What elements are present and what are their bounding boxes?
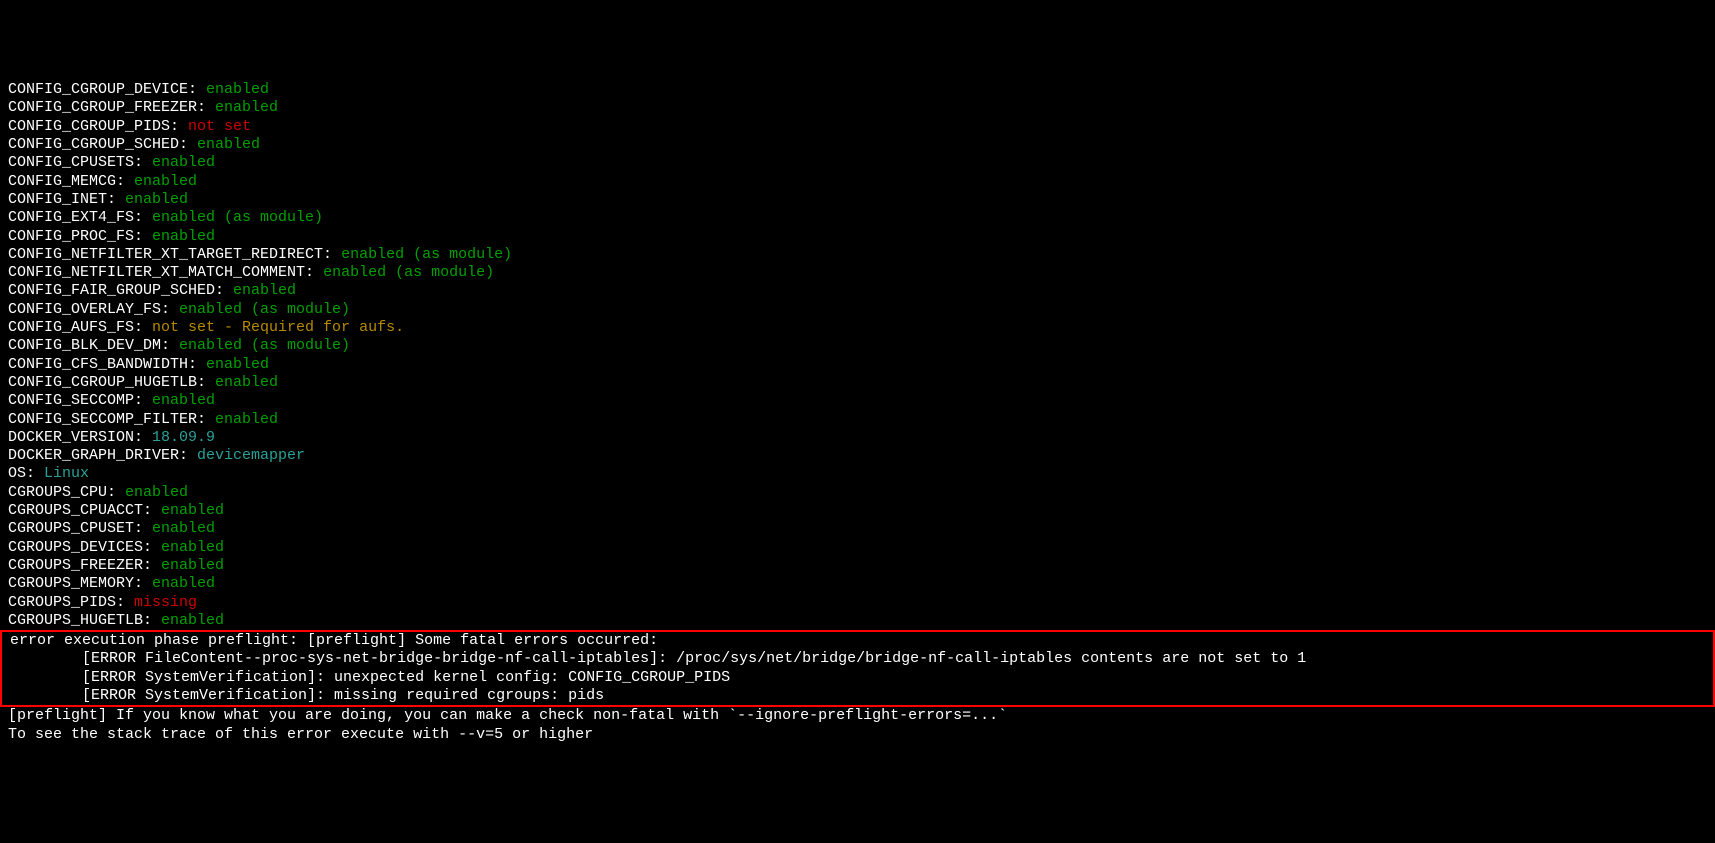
config-key: DOCKER_GRAPH_DRIVER:	[8, 447, 197, 464]
config-key: CONFIG_BLK_DEV_DM:	[8, 337, 179, 354]
config-value: enabled	[215, 99, 278, 116]
config-value: missing	[134, 594, 197, 611]
config-key: CONFIG_CGROUP_PIDS:	[8, 118, 188, 135]
config-line: CONFIG_CGROUP_SCHED: enabled	[8, 136, 1707, 154]
config-key: CONFIG_OVERLAY_FS:	[8, 301, 179, 318]
config-key: CGROUPS_MEMORY:	[8, 575, 152, 592]
error-line: [ERROR SystemVerification]: missing requ…	[10, 687, 1705, 705]
config-line: CONFIG_CGROUP_PIDS: not set	[8, 118, 1707, 136]
config-value: enabled	[152, 520, 215, 537]
config-line: CONFIG_EXT4_FS: enabled (as module)	[8, 209, 1707, 227]
config-value: enabled	[152, 228, 215, 245]
config-value: not set - Required for aufs.	[152, 319, 404, 336]
config-line: CONFIG_PROC_FS: enabled	[8, 228, 1707, 246]
config-key: DOCKER_VERSION:	[8, 429, 152, 446]
config-key: CGROUPS_FREEZER:	[8, 557, 161, 574]
config-value: not set	[188, 118, 251, 135]
config-line: CGROUPS_CPUSET: enabled	[8, 520, 1707, 538]
config-line: CONFIG_CFS_BANDWIDTH: enabled	[8, 356, 1707, 374]
config-line: CONFIG_SECCOMP_FILTER: enabled	[8, 411, 1707, 429]
config-value: enabled	[215, 374, 278, 391]
config-key: CONFIG_CFS_BANDWIDTH:	[8, 356, 206, 373]
config-key: CONFIG_CGROUP_SCHED:	[8, 136, 197, 153]
config-line: CGROUPS_PIDS: missing	[8, 594, 1707, 612]
config-line: OS: Linux	[8, 465, 1707, 483]
config-line: CGROUPS_CPU: enabled	[8, 484, 1707, 502]
config-line: CONFIG_CGROUP_HUGETLB: enabled	[8, 374, 1707, 392]
config-value: devicemapper	[197, 447, 305, 464]
terminal-output: CONFIG_CGROUP_DEVICE: enabledCONFIG_CGRO…	[8, 81, 1707, 744]
config-value: enabled (as module)	[323, 264, 494, 281]
config-key: CGROUPS_DEVICES:	[8, 539, 161, 556]
config-value: enabled	[206, 81, 269, 98]
config-line: CONFIG_CPUSETS: enabled	[8, 154, 1707, 172]
config-value: enabled	[215, 411, 278, 428]
error-box: error execution phase preflight: [prefli…	[0, 630, 1715, 707]
config-key: CONFIG_FAIR_GROUP_SCHED:	[8, 282, 233, 299]
error-line: [ERROR SystemVerification]: unexpected k…	[10, 669, 1705, 687]
config-value: enabled	[152, 392, 215, 409]
config-line: CONFIG_MEMCG: enabled	[8, 173, 1707, 191]
config-value: enabled	[152, 154, 215, 171]
config-line: CGROUPS_CPUACCT: enabled	[8, 502, 1707, 520]
config-value: enabled	[161, 557, 224, 574]
config-value: enabled (as module)	[179, 301, 350, 318]
config-value: enabled	[161, 502, 224, 519]
config-key: CONFIG_PROC_FS:	[8, 228, 152, 245]
config-key: CONFIG_AUFS_FS:	[8, 319, 152, 336]
config-key: CGROUPS_CPUACCT:	[8, 502, 161, 519]
config-line: CONFIG_CGROUP_FREEZER: enabled	[8, 99, 1707, 117]
config-line: CONFIG_INET: enabled	[8, 191, 1707, 209]
config-value: Linux	[44, 465, 89, 482]
config-value: enabled	[161, 539, 224, 556]
config-key: OS:	[8, 465, 44, 482]
config-value: enabled	[233, 282, 296, 299]
config-line: CGROUPS_FREEZER: enabled	[8, 557, 1707, 575]
config-key: CGROUPS_HUGETLB:	[8, 612, 161, 629]
config-key: CONFIG_SECCOMP_FILTER:	[8, 411, 215, 428]
config-line: CGROUPS_HUGETLB: enabled	[8, 612, 1707, 630]
config-key: CONFIG_EXT4_FS:	[8, 209, 152, 226]
config-line: DOCKER_GRAPH_DRIVER: devicemapper	[8, 447, 1707, 465]
config-key: CGROUPS_CPUSET:	[8, 520, 152, 537]
config-value: enabled	[197, 136, 260, 153]
config-value: enabled	[206, 356, 269, 373]
error-title: error execution phase preflight: [prefli…	[10, 632, 1705, 650]
config-line: CGROUPS_MEMORY: enabled	[8, 575, 1707, 593]
config-line: CGROUPS_DEVICES: enabled	[8, 539, 1707, 557]
config-key: CONFIG_CGROUP_HUGETLB:	[8, 374, 215, 391]
config-line: CONFIG_CGROUP_DEVICE: enabled	[8, 81, 1707, 99]
config-key: CONFIG_CGROUP_FREEZER:	[8, 99, 215, 116]
config-value: enabled (as module)	[179, 337, 350, 354]
config-key: CONFIG_SECCOMP:	[8, 392, 152, 409]
config-line: CONFIG_AUFS_FS: not set - Required for a…	[8, 319, 1707, 337]
config-key: CONFIG_CPUSETS:	[8, 154, 152, 171]
config-line: CONFIG_OVERLAY_FS: enabled (as module)	[8, 301, 1707, 319]
config-key: CONFIG_INET:	[8, 191, 125, 208]
config-line: CONFIG_NETFILTER_XT_TARGET_REDIRECT: ena…	[8, 246, 1707, 264]
config-key: CGROUPS_PIDS:	[8, 594, 134, 611]
config-key: CONFIG_NETFILTER_XT_MATCH_COMMENT:	[8, 264, 323, 281]
config-line: CONFIG_NETFILTER_XT_MATCH_COMMENT: enabl…	[8, 264, 1707, 282]
config-key: CONFIG_CGROUP_DEVICE:	[8, 81, 206, 98]
config-line: CONFIG_BLK_DEV_DM: enabled (as module)	[8, 337, 1707, 355]
config-value: enabled	[125, 484, 188, 501]
config-line: CONFIG_FAIR_GROUP_SCHED: enabled	[8, 282, 1707, 300]
config-value: enabled	[161, 612, 224, 629]
trailer-line: [preflight] If you know what you are doi…	[8, 707, 1707, 725]
config-key: CONFIG_NETFILTER_XT_TARGET_REDIRECT:	[8, 246, 341, 263]
config-value: enabled	[125, 191, 188, 208]
config-value: enabled (as module)	[152, 209, 323, 226]
config-key: CGROUPS_CPU:	[8, 484, 125, 501]
config-line: CONFIG_SECCOMP: enabled	[8, 392, 1707, 410]
config-value: enabled (as module)	[341, 246, 512, 263]
config-value: 18.09.9	[152, 429, 215, 446]
trailer-line: To see the stack trace of this error exe…	[8, 726, 1707, 744]
config-value: enabled	[134, 173, 197, 190]
config-line: DOCKER_VERSION: 18.09.9	[8, 429, 1707, 447]
error-line: [ERROR FileContent--proc-sys-net-bridge-…	[10, 650, 1705, 668]
config-key: CONFIG_MEMCG:	[8, 173, 134, 190]
config-value: enabled	[152, 575, 215, 592]
